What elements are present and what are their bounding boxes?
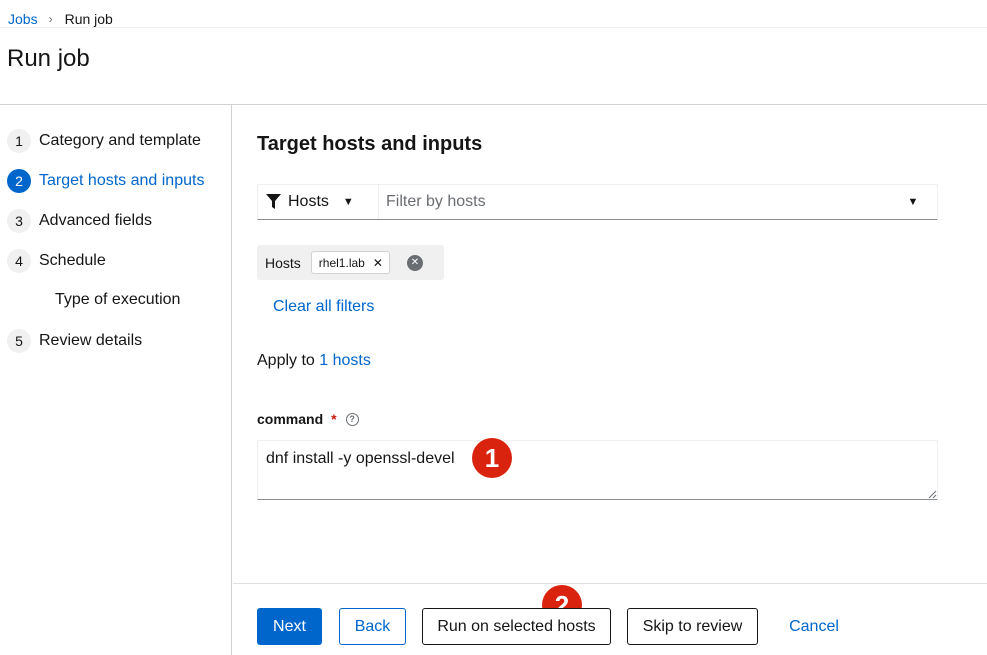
wizard-content: Target hosts and inputs Hosts ▼ ▼ Hosts … <box>233 105 987 583</box>
filter-hosts-input[interactable] <box>379 185 889 219</box>
annotation-badge-1: 1 <box>472 438 512 478</box>
breadcrumb: Jobs › Run job <box>8 9 113 29</box>
wizard-step-schedule[interactable]: 4 Schedule <box>7 249 106 273</box>
chip-group-close-icon[interactable]: ✕ <box>406 254 423 271</box>
step-number: 1 <box>7 129 31 153</box>
wizard-footer: Next Back Run on selected hosts Skip to … <box>233 583 987 655</box>
wizard-step-review-details[interactable]: 5 Review details <box>7 329 142 353</box>
step-label: Category and template <box>39 132 201 149</box>
command-label-text: command <box>257 411 324 427</box>
caret-down-icon: ▼ <box>342 196 354 208</box>
caret-down-icon: ▼ <box>907 196 919 208</box>
wizard-step-target-hosts[interactable]: 2 Target hosts and inputs <box>7 169 204 193</box>
step-label: Target hosts and inputs <box>39 172 205 189</box>
breadcrumb-current: Run job <box>64 11 113 27</box>
breadcrumb-jobs-link[interactable]: Jobs <box>8 11 38 27</box>
wizard-nav: 1 Category and template 2 Target hosts a… <box>0 105 232 655</box>
back-button[interactable]: Back <box>339 608 406 645</box>
step-number: 2 <box>7 169 31 193</box>
filter-chip-group: Hosts rhel1.lab ✕ ✕ <box>257 245 444 280</box>
chip-group-category: Hosts <box>265 254 301 271</box>
breadcrumb-divider <box>0 27 987 28</box>
clear-all-filters-button[interactable]: Clear all filters <box>273 298 374 316</box>
skip-to-review-button[interactable]: Skip to review <box>627 608 758 645</box>
chip-label: rhel1.lab <box>318 255 365 270</box>
apply-to-hosts-link[interactable]: 1 hosts <box>319 352 371 369</box>
filter-dropdown-toggle[interactable]: ▼ <box>889 185 937 219</box>
section-title: Target hosts and inputs <box>257 133 483 155</box>
step-label: Advanced fields <box>39 212 152 229</box>
apply-to-prefix: Apply to <box>257 352 320 369</box>
cancel-button[interactable]: Cancel <box>774 608 854 645</box>
command-label: command * ? <box>257 411 359 427</box>
filter-icon <box>266 194 281 209</box>
chevron-right-icon: › <box>48 12 53 26</box>
page-title: Run job <box>7 45 90 72</box>
step-number: 5 <box>7 329 31 353</box>
run-on-selected-hosts-button[interactable]: Run on selected hosts <box>422 608 611 645</box>
required-indicator: * <box>331 411 337 427</box>
wizard-substep-type-of-execution[interactable]: Type of execution <box>55 291 180 309</box>
apply-to-text: Apply to 1 hosts <box>257 352 371 370</box>
command-textarea[interactable]: dnf install -y openssl-devel <box>257 440 938 500</box>
wizard-step-category-and-template[interactable]: 1 Category and template <box>7 129 201 153</box>
filter-chip: rhel1.lab ✕ <box>310 251 390 274</box>
resize-handle-icon[interactable] <box>927 489 937 499</box>
step-label: Review details <box>39 332 143 349</box>
step-number: 4 <box>7 249 31 273</box>
chip-remove-icon[interactable]: ✕ <box>373 256 383 270</box>
next-button[interactable]: Next <box>257 608 322 645</box>
step-number: 3 <box>7 209 31 233</box>
filter-type-label: Hosts <box>288 193 329 210</box>
step-label: Schedule <box>39 252 106 269</box>
host-filter-bar: Hosts ▼ ▼ <box>257 184 938 220</box>
filter-type-dropdown[interactable]: Hosts ▼ <box>258 185 379 219</box>
help-icon[interactable]: ? <box>345 412 359 426</box>
wizard-step-advanced-fields[interactable]: 3 Advanced fields <box>7 209 152 233</box>
